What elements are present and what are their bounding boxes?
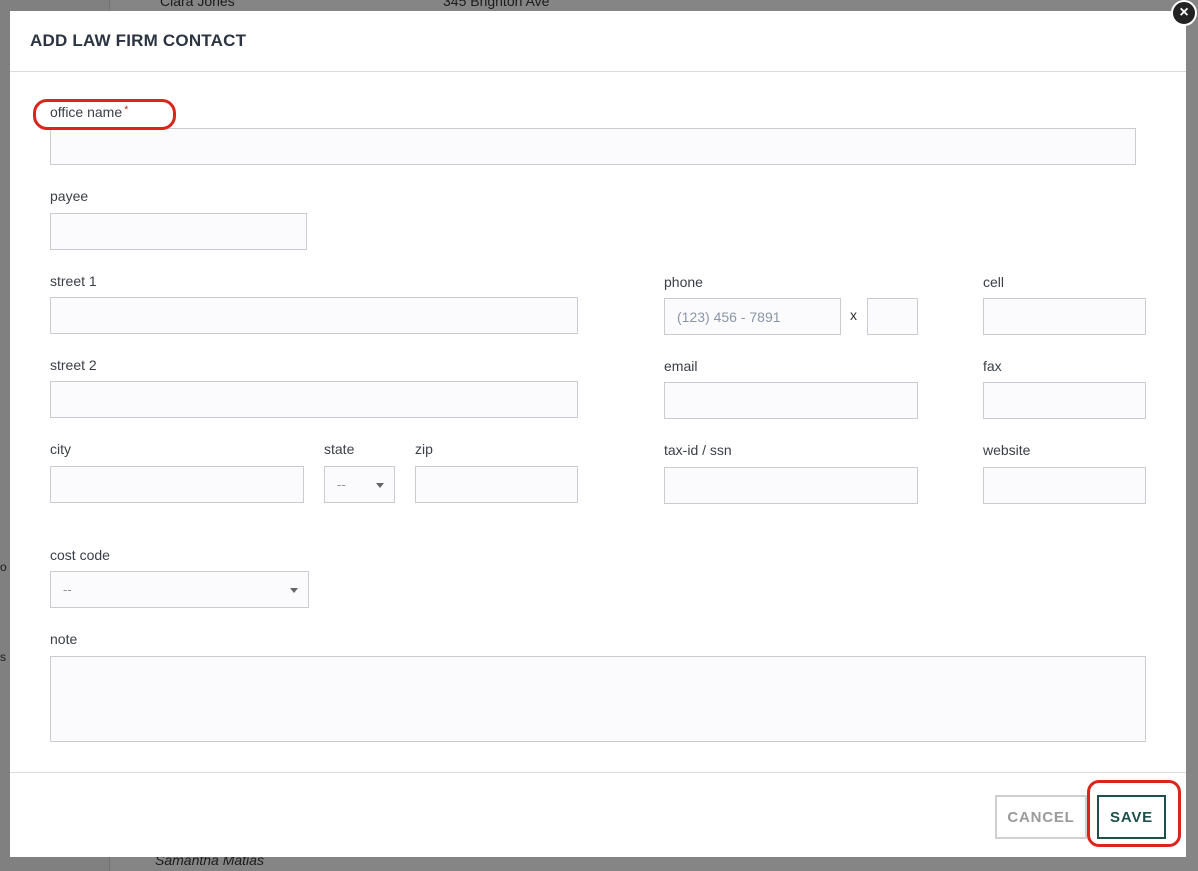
- city-label: city: [50, 441, 71, 457]
- state-selected-value: --: [337, 477, 346, 492]
- cell-input[interactable]: [983, 298, 1146, 335]
- chevron-down-icon: [376, 483, 384, 488]
- chevron-down-icon: [290, 588, 298, 593]
- street1-label: street 1: [50, 273, 97, 289]
- cell-label: cell: [983, 274, 1005, 290]
- save-button[interactable]: SAVE: [1097, 795, 1166, 839]
- cost-code-select[interactable]: --: [50, 571, 309, 608]
- state-select[interactable]: --: [324, 466, 395, 503]
- email-label: email: [664, 358, 698, 374]
- street2-input[interactable]: [50, 381, 578, 418]
- email-input[interactable]: [664, 382, 918, 419]
- modal-footer: CANCEL SAVE: [10, 772, 1186, 857]
- office-name-label-text: office name: [50, 104, 123, 120]
- note-textarea[interactable]: [50, 656, 1146, 742]
- cost-code-label: cost code: [50, 547, 110, 563]
- phone-label: phone: [664, 274, 703, 290]
- required-asterisk: *: [124, 104, 129, 116]
- website-input[interactable]: [983, 467, 1146, 504]
- cost-code-selected-value: --: [63, 582, 72, 597]
- close-icon[interactable]: ×: [1171, 0, 1197, 26]
- website-label: website: [983, 442, 1031, 458]
- phone-extension-separator: x: [850, 307, 857, 323]
- street1-input[interactable]: [50, 297, 578, 334]
- phone-extension-input[interactable]: [867, 298, 918, 335]
- fax-input[interactable]: [983, 382, 1146, 419]
- state-label: state: [324, 441, 355, 457]
- tax-id-input[interactable]: [664, 467, 918, 504]
- modal-title: ADD LAW FIRM CONTACT: [30, 31, 247, 50]
- payee-input[interactable]: [50, 213, 307, 250]
- note-label: note: [50, 631, 78, 647]
- cancel-button[interactable]: CANCEL: [995, 795, 1087, 839]
- street2-label: street 2: [50, 357, 97, 373]
- payee-label: payee: [50, 188, 89, 204]
- tax-id-label: tax-id / ssn: [664, 442, 732, 458]
- fax-label: fax: [983, 358, 1002, 374]
- add-law-firm-contact-modal: ADD LAW FIRM CONTACT office name * payee …: [10, 11, 1186, 857]
- office-name-input[interactable]: [50, 128, 1136, 165]
- office-name-label: office name *: [50, 104, 128, 120]
- zip-label: zip: [415, 441, 433, 457]
- modal-header: ADD LAW FIRM CONTACT: [10, 11, 1186, 72]
- city-input[interactable]: [50, 466, 304, 503]
- zip-input[interactable]: [415, 466, 578, 503]
- phone-input[interactable]: [664, 298, 841, 335]
